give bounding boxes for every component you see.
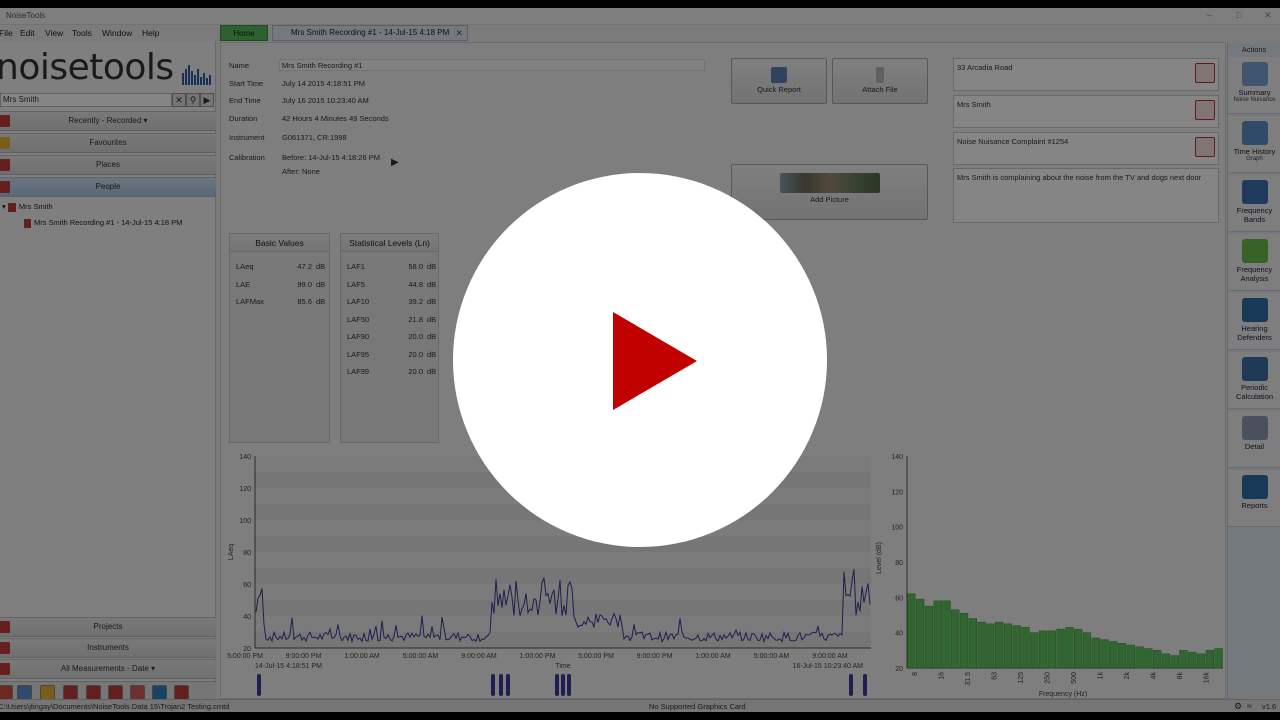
play-icon[interactable] (613, 312, 697, 410)
letterbox-bottom (0, 712, 1280, 720)
